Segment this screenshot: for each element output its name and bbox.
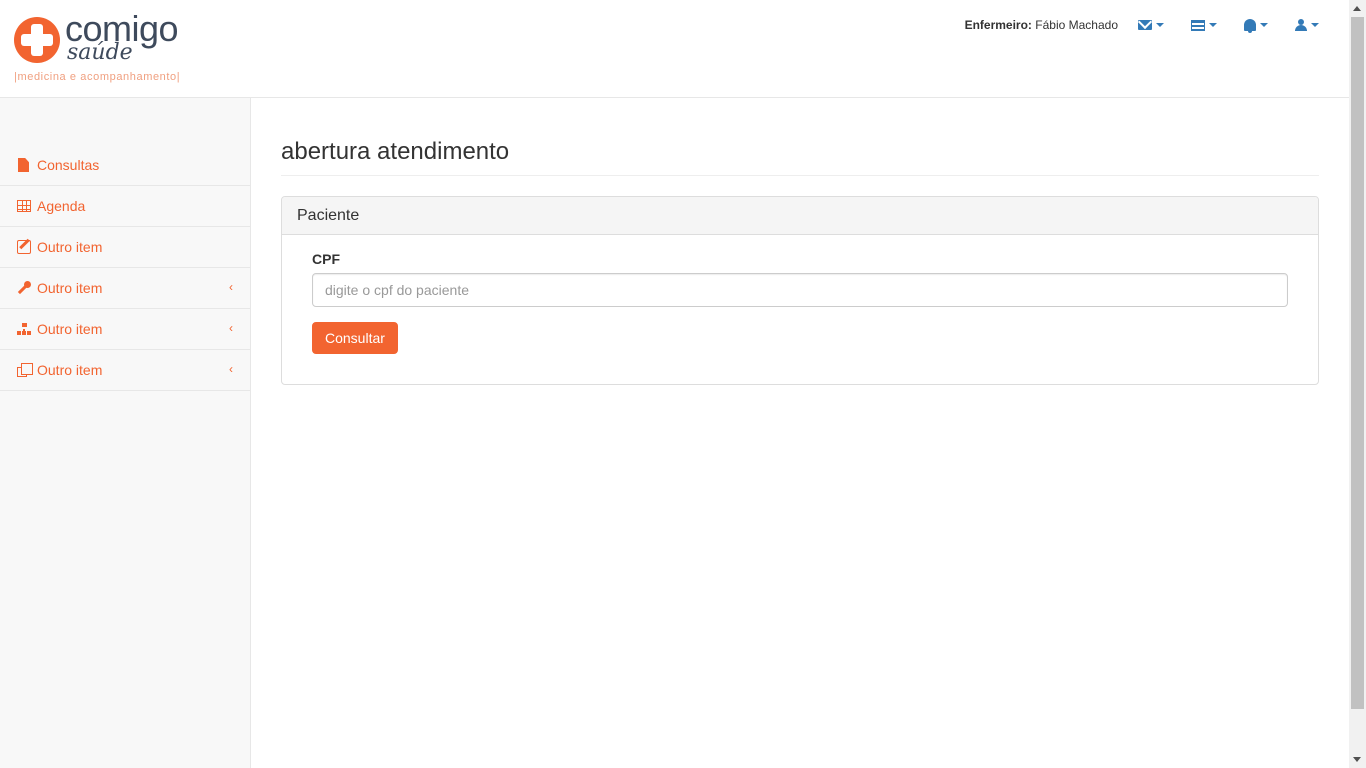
tasks-icon (1191, 19, 1205, 31)
sidebar-item-outro-3[interactable]: Outro item ‹ (0, 309, 250, 350)
sidebar-item-label: Outro item (37, 362, 103, 378)
user-role-label: Enfermeiro: (964, 18, 1032, 32)
sidebar-item-agenda[interactable]: Agenda (0, 186, 250, 227)
cpf-input[interactable] (312, 273, 1288, 307)
scrollbar[interactable] (1349, 0, 1366, 768)
caret-down-icon (1260, 23, 1268, 27)
scrollbar-thumb[interactable] (1351, 17, 1364, 709)
wrench-icon (17, 281, 31, 295)
sidebar-item-consultas[interactable]: Consultas (0, 145, 250, 186)
brand-logo[interactable]: comigo saúde |medicina e acompanhamento| (12, 8, 202, 90)
patient-panel: Paciente CPF Consultar (281, 196, 1319, 385)
top-navbar: comigo saúde |medicina e acompanhamento|… (0, 0, 1349, 98)
panel-heading: Paciente (282, 197, 1318, 235)
bell-icon (1244, 19, 1256, 33)
chevron-left-icon[interactable]: ‹ (229, 280, 233, 294)
sidebar-item-label: Consultas (37, 157, 100, 173)
caret-down-icon (1156, 23, 1164, 27)
main-content: abertura atendimento Paciente CPF Consul… (281, 98, 1319, 385)
page-title: abertura atendimento (281, 138, 1319, 176)
user-name: Fábio Machado (1035, 18, 1118, 32)
table-icon (17, 200, 31, 212)
alerts-dropdown[interactable] (1232, 0, 1283, 50)
panel-body: CPF Consultar (282, 235, 1318, 384)
scroll-up-arrow-icon[interactable] (1353, 6, 1361, 11)
caret-down-icon (1209, 23, 1217, 27)
messages-dropdown[interactable] (1126, 0, 1179, 50)
sidebar-item-label: Agenda (37, 198, 86, 214)
file-icon (18, 158, 29, 172)
caret-down-icon (1311, 23, 1319, 27)
sidebar-item-label: Outro item (37, 321, 103, 337)
sidebar: Consultas Agenda Outro item Outro item ‹… (0, 98, 251, 768)
scroll-down-arrow-icon[interactable] (1353, 757, 1361, 762)
user-icon (1295, 19, 1307, 31)
clone-icon (17, 363, 33, 377)
consultar-button[interactable]: Consultar (312, 322, 398, 354)
sidebar-item-outro-1[interactable]: Outro item (0, 227, 250, 268)
edit-icon (17, 240, 31, 254)
cpf-label: CPF (312, 251, 340, 267)
user-info: Enfermeiro: Fábio Machado (965, 18, 1118, 32)
sidebar-item-outro-2[interactable]: Outro item ‹ (0, 268, 250, 309)
chevron-left-icon[interactable]: ‹ (229, 362, 233, 376)
sidebar-item-outro-4[interactable]: Outro item ‹ (0, 350, 250, 391)
sitemap-icon (17, 322, 31, 336)
brand-name-bottom: saúde (67, 40, 133, 65)
brand-tagline: |medicina e acompanhamento| (14, 71, 181, 83)
tasks-dropdown[interactable] (1179, 0, 1232, 50)
medical-cross-icon (14, 17, 60, 63)
envelope-icon (1138, 20, 1152, 30)
sidebar-item-label: Outro item (37, 280, 103, 296)
sidebar-item-label: Outro item (37, 239, 103, 255)
chevron-left-icon[interactable]: ‹ (229, 321, 233, 335)
user-dropdown[interactable] (1283, 0, 1349, 50)
navbar-right: Enfermeiro: Fábio Machado (965, 0, 1349, 50)
